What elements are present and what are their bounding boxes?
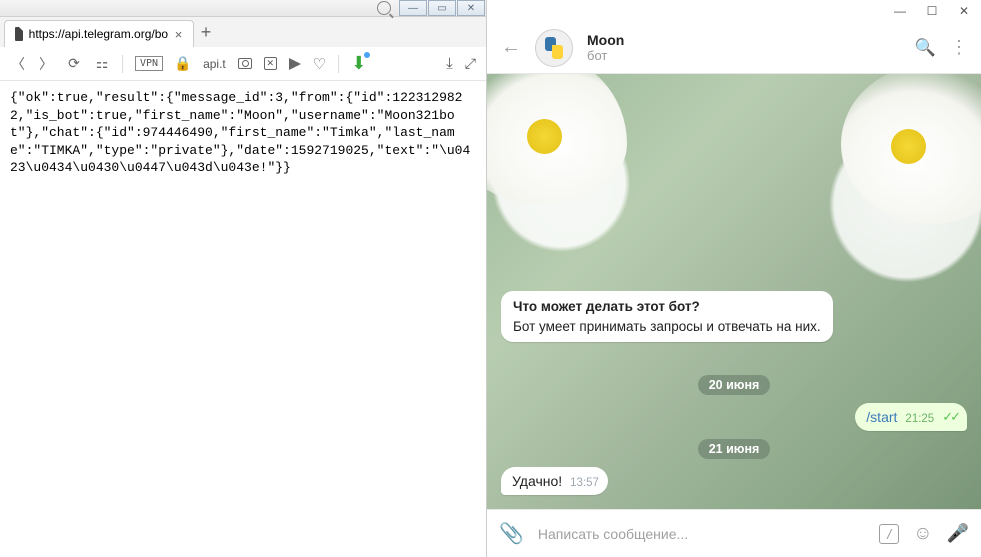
message-input[interactable] — [538, 526, 865, 542]
close-tab-icon[interactable]: × — [174, 27, 183, 41]
chat-name: Moon — [587, 32, 901, 48]
chat-header: ← Moon бот 🔍 ⋮ — [487, 22, 981, 74]
back-button[interactable]: 〈 — [10, 56, 26, 72]
tab-title: https://api.telegram.org/bo — [29, 27, 168, 41]
new-tab-button[interactable]: + — [194, 18, 218, 47]
info-question: Что может делать этот бот? — [513, 299, 821, 314]
separator — [122, 55, 123, 73]
expand-icon[interactable]: ⤢ — [465, 55, 476, 72]
tg-minimize-button[interactable]: — — [889, 3, 911, 19]
message-text: /start — [866, 409, 897, 425]
menu-icon[interactable]: ⋮ — [950, 37, 967, 58]
adblock-icon[interactable]: ✕ — [264, 57, 277, 70]
tab-bar: https://api.telegram.org/bo × + — [0, 17, 486, 47]
browser-tab[interactable]: https://api.telegram.org/bo × — [4, 20, 194, 47]
attach-icon[interactable]: 📎 — [499, 521, 524, 546]
telegram-window: — ☐ ✕ ← Moon бот 🔍 ⋮ Что может делать эт… — [487, 0, 981, 557]
download-manager-icon[interactable]: ⬇ — [351, 53, 366, 74]
date-separator: 21 июня — [698, 439, 771, 459]
incoming-message[interactable]: Удачно! 13:57 — [501, 467, 608, 495]
date-separator: 20 июня — [698, 375, 771, 395]
separator — [338, 55, 339, 73]
vpn-badge[interactable]: VPN — [135, 56, 163, 71]
minimize-button[interactable]: — — [399, 0, 427, 16]
messages-list: Что может делать этот бот? Бот умеет при… — [487, 74, 981, 509]
browser-titlebar: — ▭ ✕ — [0, 0, 486, 17]
mic-icon[interactable]: 🎤 — [947, 523, 969, 544]
bot-avatar[interactable] — [535, 29, 573, 67]
forward-button[interactable]: 〉 — [38, 56, 54, 72]
titlebar-search-icon[interactable] — [377, 1, 391, 15]
send-icon[interactable] — [289, 58, 301, 70]
save-icon[interactable]: ⤓ — [446, 55, 453, 72]
telegram-titlebar: — ☐ ✕ — [487, 0, 981, 22]
chat-title[interactable]: Moon бот — [587, 32, 901, 63]
info-answer: Бот умеет принимать запросы и отвечать н… — [513, 319, 821, 334]
python-logo-icon — [543, 37, 565, 59]
commands-icon[interactable]: / — [879, 524, 899, 544]
message-input-bar: 📎 / ☺ 🎤 — [487, 509, 981, 557]
message-time: 21:25 — [905, 413, 934, 425]
read-ticks-icon: ✓✓ — [942, 409, 958, 425]
close-window-button[interactable]: ✕ — [457, 0, 485, 16]
browser-toolbar: 〈 〉 ⟳ ⚏ VPN 🔒 api.t ✕ ♡ ⬇ ⤓ ⤢ — [0, 47, 486, 81]
outgoing-message[interactable]: /start 21:25 ✓✓ — [855, 403, 967, 431]
heart-icon[interactable]: ♡ — [313, 55, 326, 73]
browser-window: — ▭ ✕ https://api.telegram.org/bo × + 〈 … — [0, 0, 487, 557]
camera-icon[interactable] — [238, 58, 252, 69]
reload-button[interactable]: ⟳ — [66, 56, 82, 72]
chat-area: Что может делать этот бот? Бот умеет при… — [487, 74, 981, 509]
tg-maximize-button[interactable]: ☐ — [921, 3, 943, 19]
chat-subtitle: бот — [587, 48, 901, 63]
message-text: Удачно! — [512, 473, 562, 489]
speed-dial-icon[interactable]: ⚏ — [94, 56, 110, 72]
bot-info-bubble: Что может делать этот бот? Бот умеет при… — [501, 291, 833, 342]
tg-close-button[interactable]: ✕ — [953, 3, 975, 19]
emoji-icon[interactable]: ☺ — [913, 523, 932, 545]
response-body[interactable]: {"ok":true,"result":{"message_id":3,"fro… — [0, 81, 486, 557]
back-icon[interactable]: ← — [501, 36, 521, 59]
lock-icon: 🔒 — [175, 56, 191, 72]
page-icon — [15, 27, 23, 41]
search-icon[interactable]: 🔍 — [915, 38, 936, 58]
message-time: 13:57 — [570, 477, 599, 489]
maximize-button[interactable]: ▭ — [428, 0, 456, 16]
address-text[interactable]: api.t — [203, 57, 226, 71]
